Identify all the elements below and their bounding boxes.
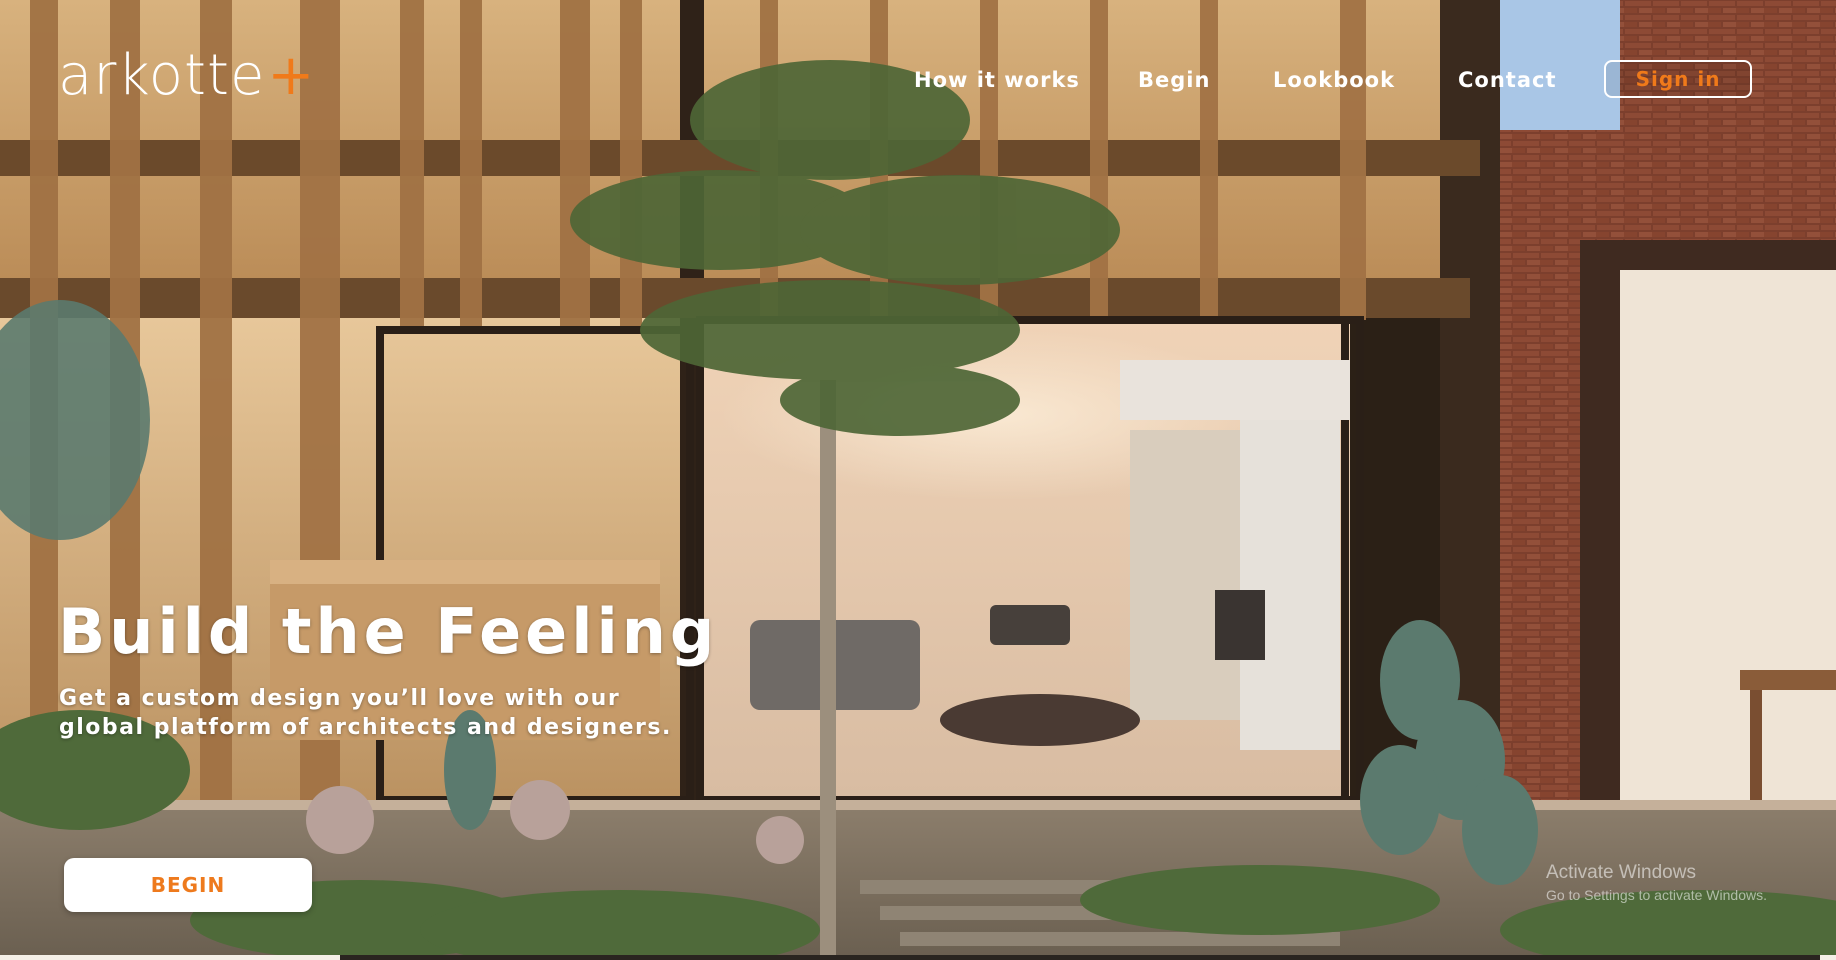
nav-link-lookbook[interactable]: Lookbook [1273,64,1395,96]
hero-headline: Build the Feeling [58,595,719,668]
begin-button[interactable]: BEGIN [64,858,312,912]
watermark-subtitle: Go to Settings to activate Windows. [1546,886,1767,903]
nav-link-how-it-works[interactable]: How it works [914,64,1080,96]
sign-in-button[interactable]: Sign in [1604,60,1752,98]
hero-background-image [0,0,1836,960]
bottom-scroll-strip [0,955,1836,960]
main-nav: How it works Begin Lookbook Contact [0,64,1836,96]
activate-windows-watermark: Activate Windows Go to Settings to activ… [1546,862,1767,904]
hero-subtitle: Get a custom design you’ll love with our… [59,686,672,740]
nav-link-contact[interactable]: Contact [1458,64,1557,96]
nav-link-begin[interactable]: Begin [1138,64,1210,96]
scroll-indicator [340,955,1820,960]
watermark-title: Activate Windows [1546,862,1696,883]
